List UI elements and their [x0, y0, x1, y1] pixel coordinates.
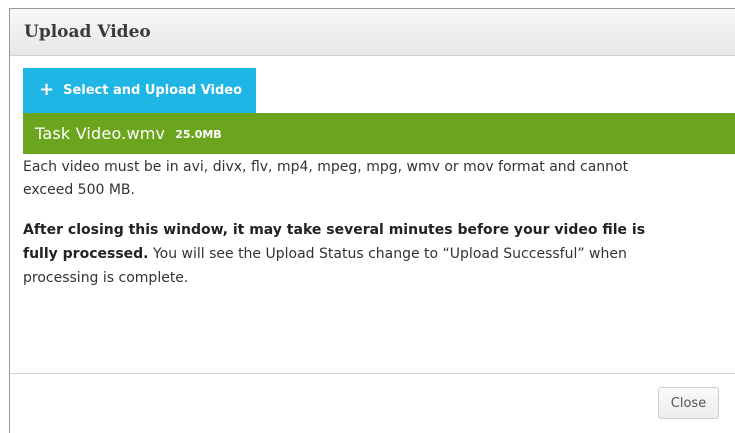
file-name: Task Video.wmv [35, 124, 166, 143]
processing-notice: After closing this window, it may take s… [23, 218, 663, 290]
plus-icon: + [39, 78, 55, 100]
format-info-text: Each video must be in avi, divx, flv, mp… [23, 159, 629, 198]
file-size: 25.0MB [175, 128, 222, 141]
upload-button-label: Select and Upload Video [63, 83, 243, 98]
uploaded-file-bar: Task Video.wmv 25.0MB [23, 113, 735, 154]
dialog-header: Upload Video [10, 9, 735, 56]
dialog-title: Upload Video [24, 21, 151, 42]
upload-video-dialog: Upload Video + Select and Upload Video T… [9, 8, 735, 433]
select-and-upload-video-button[interactable]: + Select and Upload Video [23, 68, 257, 113]
dialog-body: + Select and Upload Video Task Video.wmv… [23, 68, 735, 290]
footer-divider [10, 373, 735, 374]
close-button[interactable]: Close [658, 387, 719, 419]
